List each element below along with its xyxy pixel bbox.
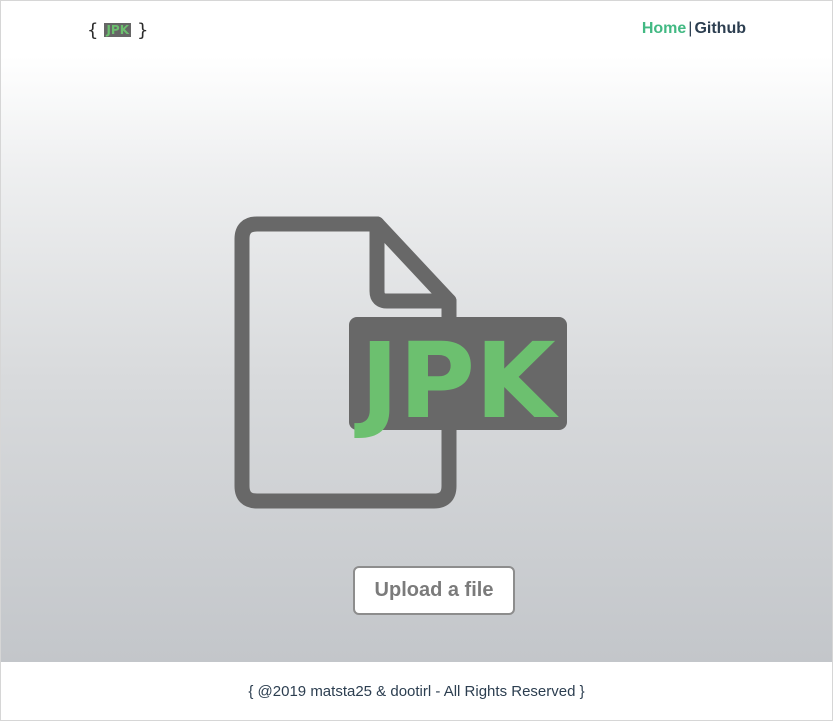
file-fold [369, 216, 457, 309]
footer: { @2019 matsta25 & dootirl - All Rights … [1, 662, 832, 720]
nav-link-home[interactable]: Home [642, 20, 686, 37]
nav-bar: Home | Github [642, 20, 746, 38]
file-label-text: JPK [354, 320, 559, 442]
upload-file-button[interactable]: Upload a file [353, 566, 515, 615]
footer-copyright: { @2019 matsta25 & dootirl - All Rights … [248, 682, 585, 700]
app-window: { JPK } Home | Github JPK Upload a file { … [0, 0, 833, 721]
file-icon: JPK [234, 216, 567, 509]
nav-link-github[interactable]: Github [694, 20, 746, 37]
logo[interactable]: { JPK } [87, 18, 148, 42]
nav-separator: | [688, 20, 693, 37]
logo-close-brace: } [137, 19, 149, 41]
header: { JPK } Home | Github [1, 1, 832, 59]
logo-open-brace: { [87, 19, 99, 41]
logo-badge: JPK [104, 23, 132, 37]
